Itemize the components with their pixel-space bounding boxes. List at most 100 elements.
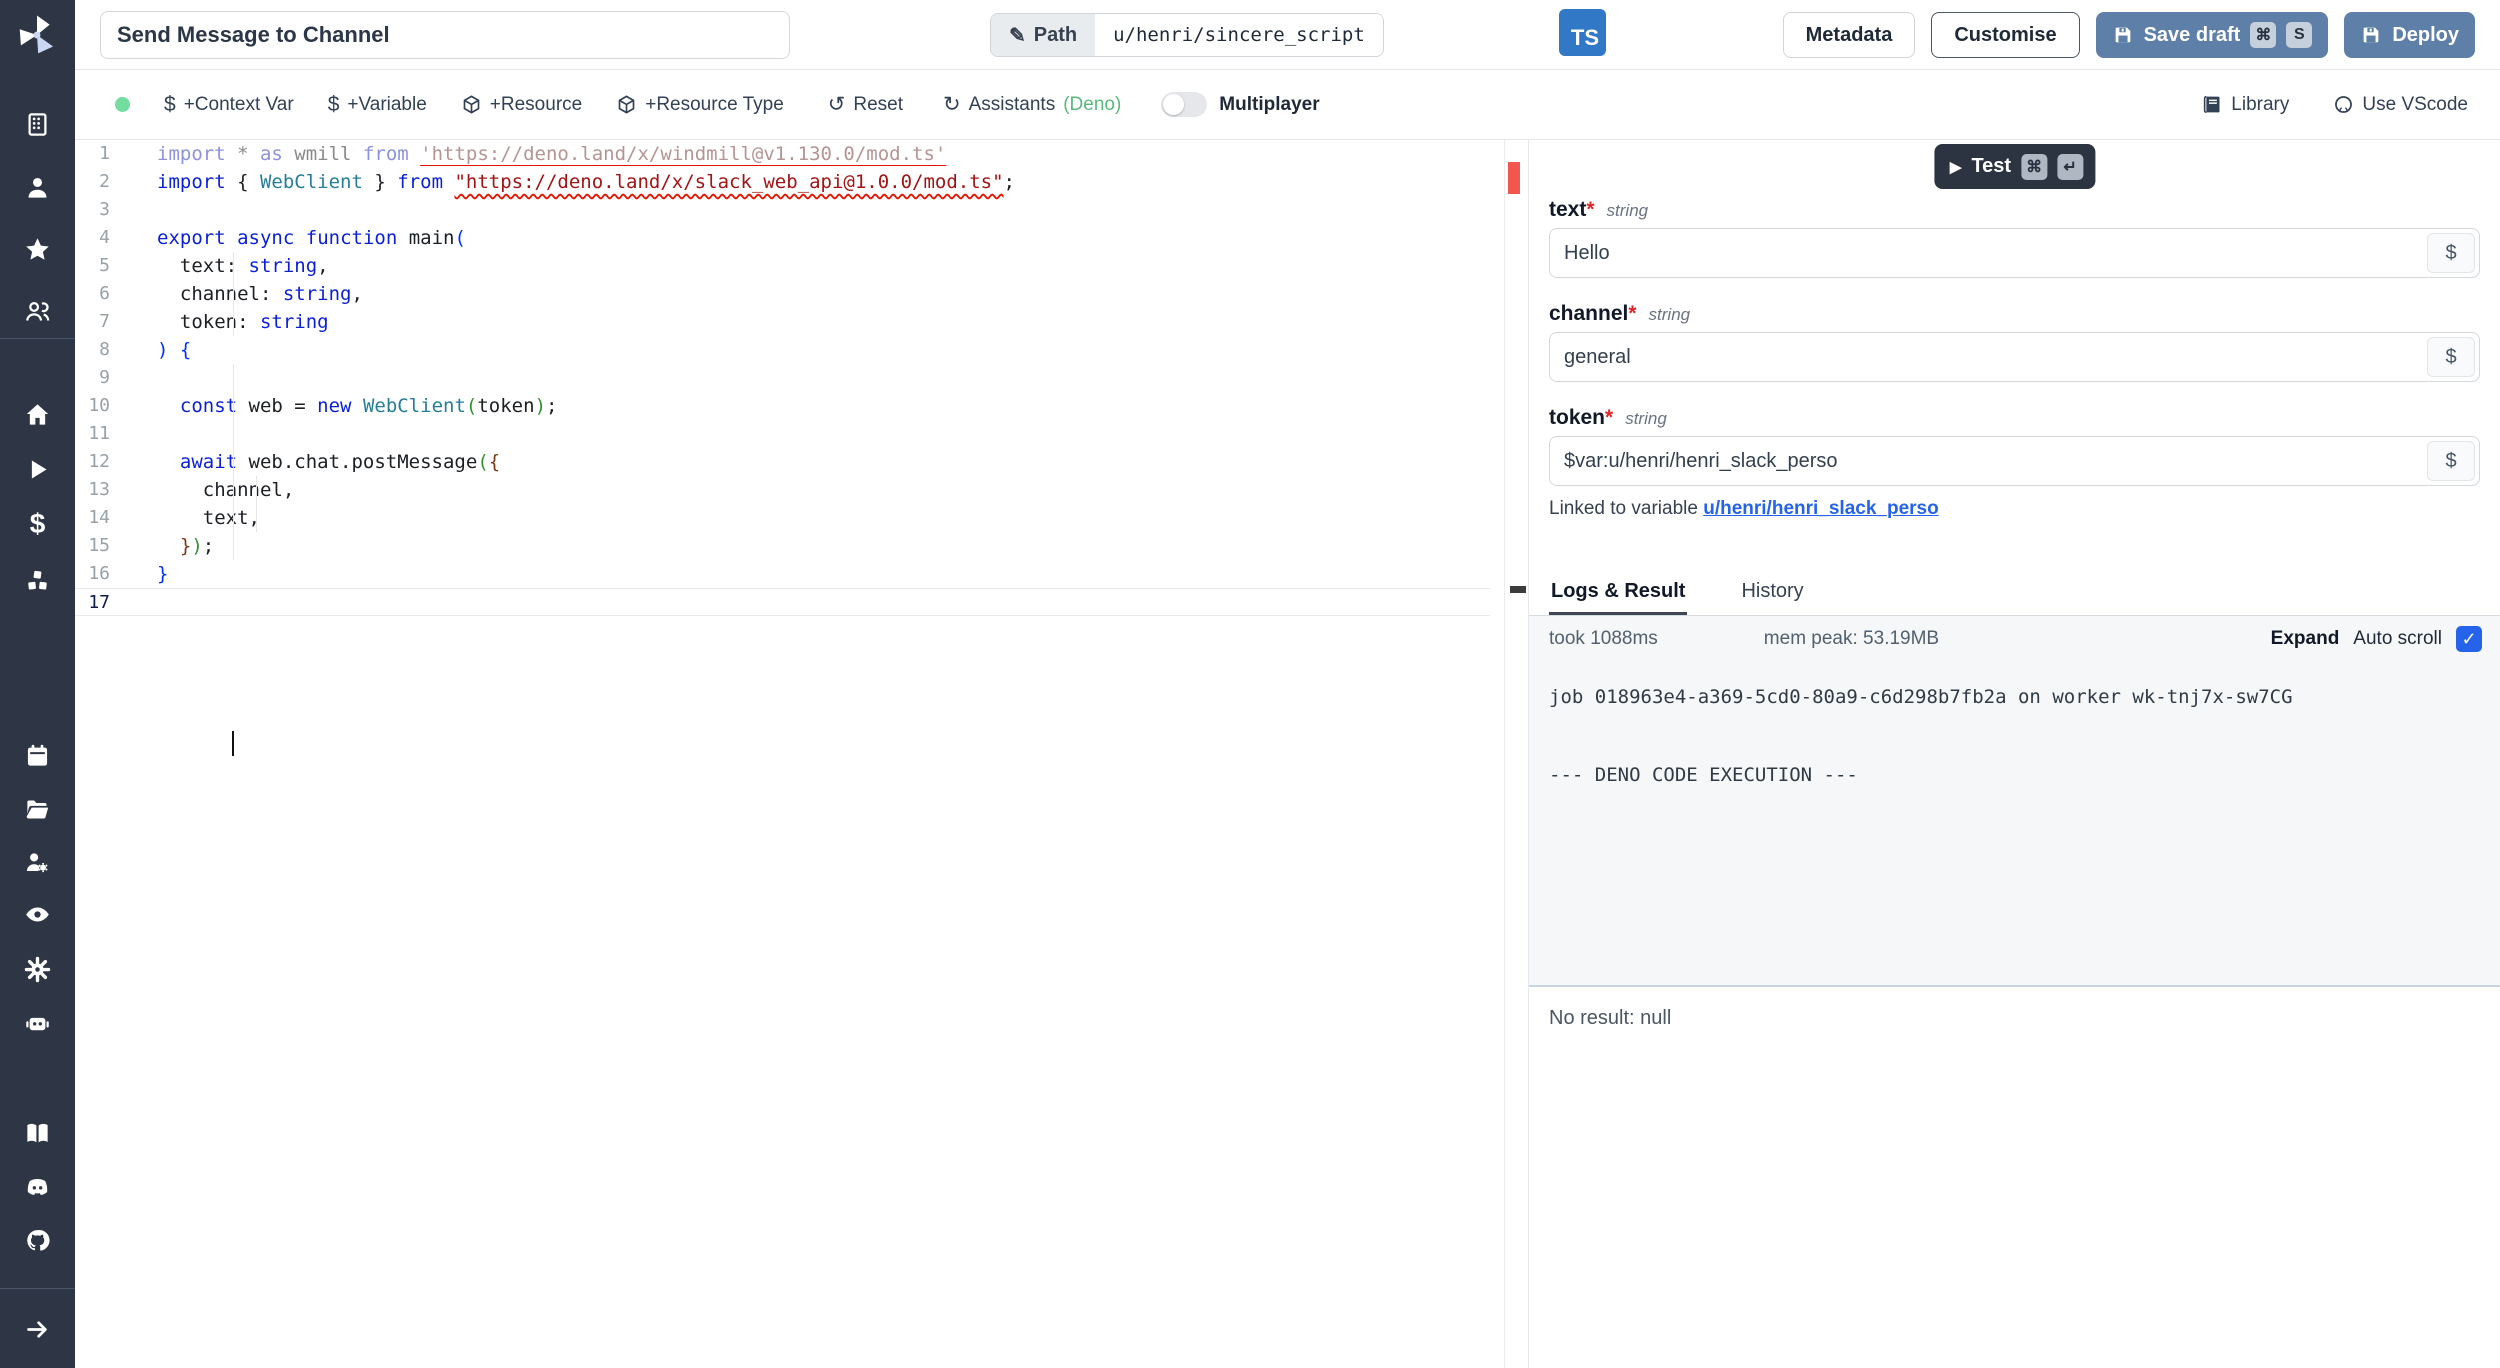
channel-field: general $ — [1549, 332, 2480, 382]
expand-sidebar-icon[interactable] — [0, 1307, 75, 1351]
workspace-icon[interactable] — [0, 102, 75, 146]
code-line[interactable]: 15 }); — [75, 532, 1490, 560]
workers-icon[interactable] — [0, 1001, 75, 1045]
linked-variable-link[interactable]: u/henri/henri_slack_perso — [1703, 498, 1939, 519]
windmill-logo[interactable] — [14, 12, 60, 58]
code-line[interactable]: 8) { — [75, 336, 1490, 364]
github-icon[interactable] — [0, 1218, 75, 1262]
cube-icon — [616, 94, 637, 115]
path-value: u/henri/sincere_script — [1095, 14, 1383, 56]
line-number: 12 — [75, 448, 110, 476]
code-line[interactable]: 14 text, — [75, 504, 1490, 532]
path-edit-button[interactable]: ✎ Path — [991, 14, 1095, 56]
autoscroll-label: Auto scroll — [2353, 628, 2442, 650]
code-text: } — [157, 560, 168, 588]
add-resource-type-button[interactable]: +Resource Type — [616, 94, 784, 116]
home-icon[interactable] — [0, 392, 75, 436]
variables-icon[interactable]: $ — [0, 502, 75, 546]
use-vscode-button[interactable]: Use VScode — [2333, 94, 2468, 116]
code-text: ) { — [157, 336, 191, 364]
folders-icon[interactable] — [0, 787, 75, 831]
memory-stat: mem peak: 53.19MB — [1764, 628, 1939, 650]
tab-logs-result[interactable]: Logs & Result — [1549, 570, 1687, 615]
autoscroll-checkbox[interactable]: ✓ — [2456, 626, 2482, 652]
customise-button[interactable]: Customise — [1931, 12, 2079, 58]
add-context-var-button[interactable]: $+Context Var — [164, 94, 294, 116]
code-line[interactable]: 3 — [75, 196, 1490, 224]
result-output: No result: null — [1529, 985, 2500, 1368]
metadata-button[interactable]: Metadata — [1783, 12, 1916, 58]
code-line[interactable]: 17 — [75, 588, 1490, 616]
code-line[interactable]: 11 — [75, 420, 1490, 448]
code-text: token: string — [157, 308, 329, 336]
line-number: 16 — [75, 560, 110, 588]
resources-icon[interactable] — [0, 559, 75, 603]
assistants-button[interactable]: ↻Assistants(Deno) — [943, 94, 1121, 116]
reset-button[interactable]: ↺Reset — [828, 94, 903, 116]
discord-icon[interactable] — [0, 1165, 75, 1209]
favorites-icon[interactable] — [0, 227, 75, 271]
editor-toolbar: $+Context Var $+Variable +Resource +Reso… — [75, 70, 2500, 140]
tab-history[interactable]: History — [1739, 570, 1805, 615]
code-line[interactable]: 5 text: string, — [75, 252, 1490, 280]
code-line[interactable]: 2import { WebClient } from "https://deno… — [75, 168, 1490, 196]
audit-logs-icon[interactable] — [0, 892, 75, 936]
line-number: 1 — [75, 140, 110, 168]
groups-icon[interactable] — [0, 289, 75, 333]
code-line[interactable]: 7 token: string — [75, 308, 1490, 336]
toggle-knob — [1163, 94, 1184, 115]
admins-icon[interactable] — [0, 840, 75, 884]
cube-icon — [461, 94, 482, 115]
text-cursor — [232, 731, 234, 756]
settings-icon[interactable] — [0, 947, 75, 991]
code-line[interactable]: 12 await web.chat.postMessage({ — [75, 448, 1490, 476]
user-icon[interactable] — [0, 165, 75, 209]
reset-icon: ↺ — [828, 94, 846, 115]
save-icon — [2112, 24, 2134, 46]
code-line[interactable]: 4export async function main( — [75, 224, 1490, 252]
add-resource-button[interactable]: +Resource — [461, 94, 582, 116]
schedules-icon[interactable] — [0, 733, 75, 777]
code-line[interactable]: 16} — [75, 560, 1490, 588]
field-label-token: token* string — [1549, 406, 2480, 430]
library-button[interactable]: Library — [2202, 94, 2289, 116]
multiplayer-toggle[interactable] — [1161, 92, 1207, 117]
channel-input[interactable]: general — [1550, 333, 2423, 381]
code-text: text, — [157, 504, 260, 532]
duration-stat: took 1088ms — [1549, 628, 1658, 650]
code-line[interactable]: 9 — [75, 364, 1490, 392]
text-input[interactable]: Hello — [1550, 229, 2423, 277]
save-draft-button[interactable]: Save draft ⌘ S — [2096, 12, 2329, 58]
code-text: await web.chat.postMessage({ — [157, 448, 500, 476]
code-line[interactable]: 13 channel, — [75, 476, 1490, 504]
code-text: export async function main( — [157, 224, 466, 252]
script-title-input[interactable] — [100, 11, 790, 59]
play-icon: ▶ — [1950, 158, 1962, 176]
save-icon — [2360, 24, 2382, 46]
docs-icon[interactable] — [0, 1111, 75, 1155]
insert-variable-button[interactable]: $ — [2427, 337, 2475, 377]
token-input[interactable]: $var:u/henri/henri_slack_perso — [1550, 437, 2423, 485]
indent-guide — [233, 364, 234, 560]
code-line[interactable]: 10 const web = new WebClient(token); — [75, 392, 1490, 420]
log-line — [1549, 710, 2500, 736]
runs-icon[interactable] — [0, 447, 75, 491]
run-stats-bar: took 1088ms mem peak: 53.19MB Expand Aut… — [1529, 616, 2500, 662]
error-marker — [1508, 162, 1520, 194]
code-line[interactable]: 6 channel: string, — [75, 280, 1490, 308]
code-line[interactable]: 1 import * as wmill from 'https://deno.la… — [75, 140, 1490, 168]
result-tabs: Logs & Result History — [1529, 570, 2500, 616]
line-number: 2 — [75, 168, 110, 196]
code-editor[interactable]: 1 import * as wmill from 'https://deno.la… — [75, 140, 1528, 1368]
code-text: import * as wmill from 'https://deno.lan… — [157, 140, 946, 168]
line-number: 17 — [75, 589, 110, 617]
status-dot — [115, 97, 130, 112]
insert-variable-button[interactable]: $ — [2427, 233, 2475, 273]
expand-button[interactable]: Expand — [2271, 628, 2340, 650]
add-variable-button[interactable]: $+Variable — [328, 94, 427, 116]
deploy-button[interactable]: Deploy — [2344, 12, 2475, 58]
insert-variable-button[interactable]: $ — [2427, 441, 2475, 481]
line-number: 11 — [75, 420, 110, 448]
code-text: const web = new WebClient(token); — [157, 392, 557, 420]
test-button[interactable]: ▶ Test ⌘ ↵ — [1934, 144, 2095, 189]
